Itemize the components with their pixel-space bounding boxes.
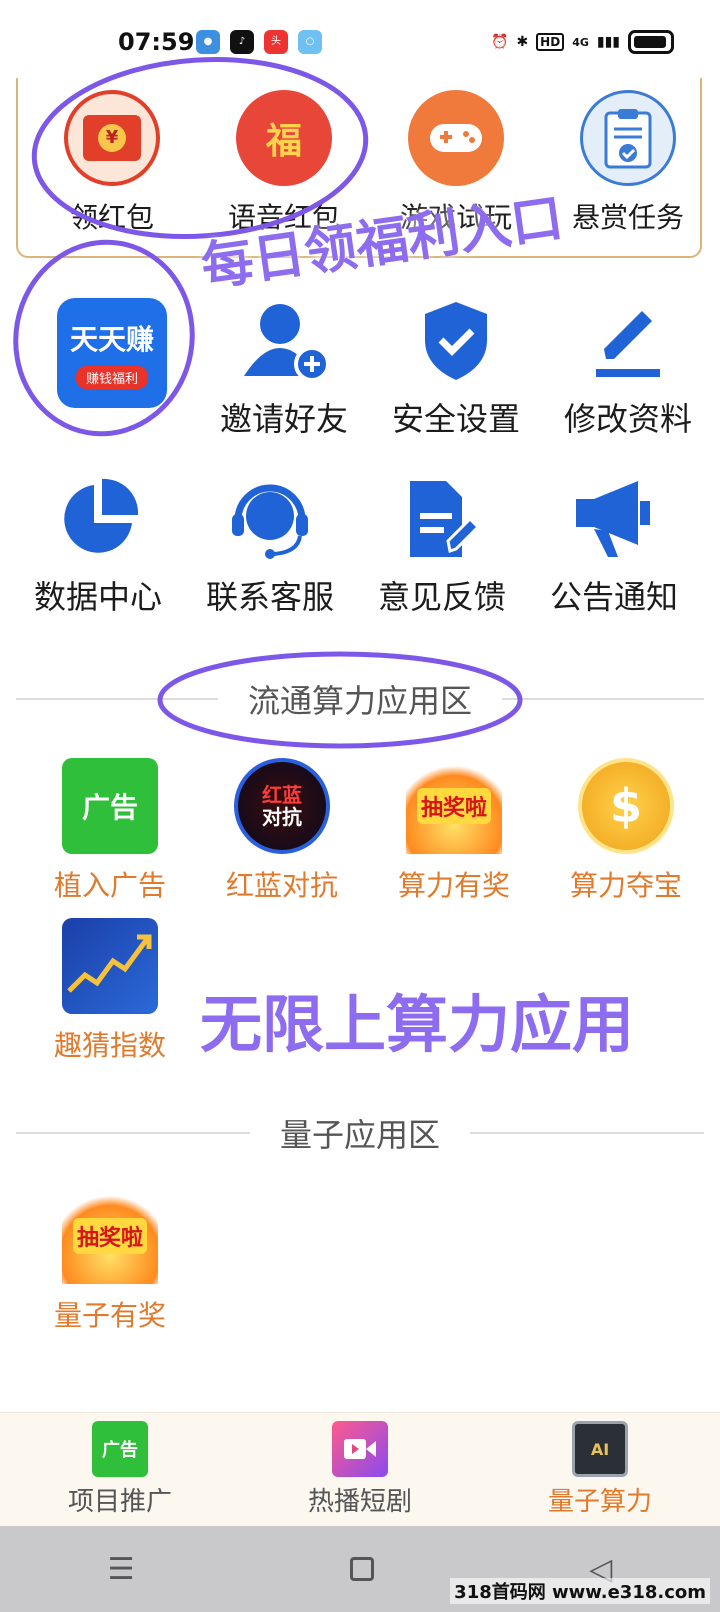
video-play-icon [332,1421,388,1477]
ai-chip-icon: AI [572,1421,628,1477]
battery-icon [628,30,674,54]
invite-friends-label: 邀请好友 [219,400,348,438]
quantum-prize-item[interactable]: 抽奖啦 量子有奖 [24,1188,196,1334]
tiantianzhuan-app-icon: 天天赚 赚钱福利 [57,298,167,408]
pie-chart-icon [50,476,146,562]
red-blue-app-item[interactable]: 红蓝 对抗 红蓝对抗 [196,758,368,904]
toutiao-icon: 头 [264,30,288,54]
lottery-fire-icon: 抽奖啦 [406,758,502,854]
circulation-apps-row: 广告 植入广告 红蓝 对抗 红蓝对抗 抽奖啦 算力有奖 $ 算力夺宝 [0,758,720,904]
function-row-2: 数据中心 联系客服 意见反馈 公告通知 [0,476,720,618]
fu-character: 福 [265,121,302,162]
compute-treasure-label: 算力夺宝 [569,869,682,902]
battle-glyph-bottom: 对抗 [262,805,302,829]
shield-check-icon [408,298,504,384]
menu-icon[interactable]: ☰ [108,1552,135,1587]
lottery-glyph: 抽奖啦 [72,1218,147,1254]
browser-icon: ○ [298,30,322,54]
data-center-item[interactable]: 数据中心 [12,476,184,618]
feedback-doc-icon [394,476,490,562]
home-icon[interactable] [349,1557,374,1581]
headset-icon [222,476,318,562]
section-circulation-title: 流通算力应用区 [248,682,473,720]
invite-friends-item[interactable]: 邀请好友 [198,298,370,440]
signal-icon: ▮▮▮ [596,34,620,50]
clipboard-check-icon [580,90,676,186]
status-bar: 07:59 ● ♪ 头 ○ ⏰ ✱ HD 4G ▮▮▮ [0,0,720,80]
data-center-label: 数据中心 [33,578,162,616]
bluetooth-icon: ✱ [516,34,529,50]
tiantianzhuan-item[interactable]: 天天赚 赚钱福利 [26,298,198,440]
hd-label: HD [536,33,565,51]
nav-hot-drama[interactable]: 热播短剧 [240,1413,480,1526]
compute-prize-item[interactable]: 抽奖啦 算力有奖 [368,758,540,904]
yuan-symbol: ¥ [98,124,126,152]
nav-project-promotion-label: 项目推广 [67,1487,172,1517]
lottery-fire-icon: 抽奖啦 [62,1188,158,1284]
ad-icon: 广告 [62,758,158,854]
divider [470,1132,705,1134]
divider [502,698,705,700]
watermark: 318首码网 www.e318.com [450,1578,710,1604]
compute-treasure-item[interactable]: $ 算力夺宝 [540,758,712,904]
feedback-label: 意见反馈 [377,578,506,616]
red-blue-battle-icon: 红蓝 对抗 [234,758,330,854]
megaphone-icon [566,476,662,562]
compute-prize-label: 算力有奖 [397,869,510,902]
bottom-nav: 广告 项目推广 热播短剧 AI 量子算力 [0,1412,720,1526]
network-label: 4G [572,35,589,49]
unlimited-apps-overlay: 无限上算力应用 [200,988,635,1061]
stock-index-icon [62,918,158,1014]
feedback-item[interactable]: 意见反馈 [356,476,528,618]
gamepad-icon [408,90,504,186]
lucky-bag-icon: 福 [236,90,332,186]
gold-coin-icon: $ [578,758,674,854]
function-row-1: 天天赚 赚钱福利 邀请好友 安全设置 修改资料 [0,298,720,440]
customer-service-item[interactable]: 联系客服 [184,476,356,618]
divider [16,1132,250,1134]
red-envelope-item[interactable]: ¥ 领红包 [26,90,198,236]
invite-user-icon [236,298,332,384]
guess-index-item[interactable]: 趣猜指数 [24,918,196,1064]
security-settings-item[interactable]: 安全设置 [370,298,542,440]
ad-icon: 广告 [92,1421,148,1477]
red-envelope-icon: ¥ [64,90,160,186]
divider [16,698,218,700]
nav-quantum-compute[interactable]: AI 量子算力 [480,1413,720,1526]
edit-profile-label: 修改资料 [563,400,692,438]
edit-pen-icon [580,298,676,384]
security-settings-label: 安全设置 [391,400,520,438]
bounty-task-item[interactable]: 悬赏任务 [542,90,714,236]
customer-service-label: 联系客服 [205,578,334,616]
quantum-prize-label: 量子有奖 [53,1299,166,1332]
section-quantum-title: 量子应用区 [280,1116,441,1154]
status-time: 07:59 [118,28,195,56]
lottery-glyph: 抽奖啦 [416,788,491,824]
alarm-icon: ⏰ [491,34,509,50]
announcement-label: 公告通知 [549,578,678,616]
announcement-item[interactable]: 公告通知 [528,476,700,618]
app-subtitle: 赚钱福利 [75,365,148,389]
quantum-apps-row: 抽奖啦 量子有奖 [0,1188,720,1334]
section-circulation: 流通算力应用区 [0,676,720,722]
nav-quantum-compute-label: 量子算力 [547,1487,652,1517]
nav-project-promotion[interactable]: 广告 项目推广 [0,1413,240,1526]
section-quantum: 量子应用区 [0,1110,720,1156]
edit-profile-item[interactable]: 修改资料 [542,298,714,440]
app-notification-icon: ● [196,30,220,54]
tiktok-icon: ♪ [230,30,254,54]
ad-app-item[interactable]: 广告 植入广告 [24,758,196,904]
status-indicators: ⏰ ✱ HD 4G ▮▮▮ [491,30,674,54]
guess-index-label: 趣猜指数 [53,1029,166,1062]
battle-glyph-top: 红蓝 [262,783,302,807]
ad-app-label: 植入广告 [53,869,166,902]
app-title: 天天赚 [69,322,154,356]
nav-hot-drama-label: 热播短剧 [307,1487,412,1517]
red-blue-app-label: 红蓝对抗 [225,869,338,902]
bounty-task-label: 悬赏任务 [571,201,684,234]
red-envelope-label: 领红包 [69,201,154,234]
